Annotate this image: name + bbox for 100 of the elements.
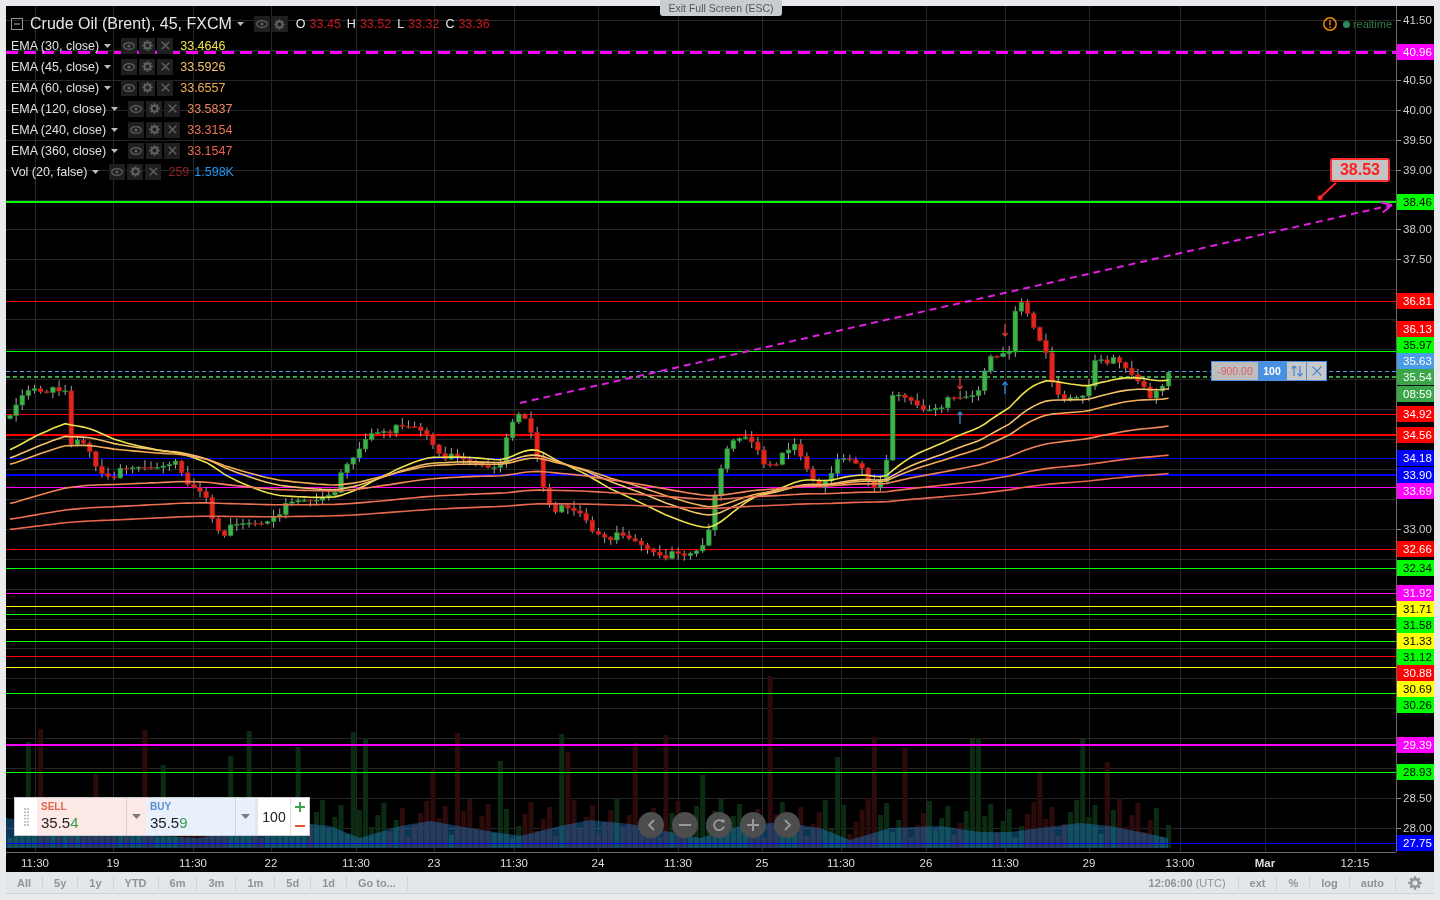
close-icon[interactable]	[167, 146, 177, 155]
eye-icon[interactable]	[130, 104, 143, 113]
close-icon[interactable]	[1311, 366, 1322, 377]
chevron-left-icon[interactable]	[647, 819, 655, 831]
reverse-button[interactable]	[1286, 362, 1306, 381]
indicator-value: 33.3154	[187, 122, 233, 137]
eye-icon[interactable]	[111, 167, 124, 176]
remove-button[interactable]	[157, 37, 174, 54]
visibility-button[interactable]	[121, 37, 138, 54]
time-label: 11:30	[21, 856, 49, 870]
go-to-button[interactable]: Go to...	[346, 875, 408, 890]
visibility-button[interactable]	[253, 16, 270, 32]
exit-fullscreen-button[interactable]: Exit Full Screen (ESC)	[660, 0, 782, 16]
caret-icon[interactable]	[104, 43, 112, 48]
close-icon[interactable]	[160, 41, 170, 50]
remove-button[interactable]	[145, 163, 162, 180]
time-label: 13:00	[1165, 856, 1195, 870]
time-label: 22	[264, 856, 278, 870]
caret-icon[interactable]	[111, 106, 119, 111]
order-pnl: -900.00	[1212, 362, 1258, 381]
range-button[interactable]: 1m	[236, 875, 276, 890]
price-level-label: 32.34	[1397, 560, 1434, 577]
indicator-value: 33.5837	[187, 101, 233, 116]
indicator-name: EMA (360, close)	[11, 143, 107, 158]
dropdown-button[interactable]	[126, 798, 146, 835]
caret-icon[interactable]	[111, 148, 119, 153]
visibility-button[interactable]	[109, 163, 126, 180]
range-button[interactable]: All	[6, 875, 44, 890]
collapse-icon[interactable]	[11, 18, 23, 30]
remove-button[interactable]	[157, 58, 174, 75]
eye-icon[interactable]	[255, 20, 268, 28]
range-button[interactable]: 5y	[43, 875, 79, 890]
indicator-value: 1.598K	[194, 164, 234, 179]
caret-icon[interactable]	[104, 85, 112, 90]
close-button[interactable]	[1306, 362, 1326, 381]
plus-icon[interactable]	[295, 802, 305, 813]
close-icon[interactable]	[160, 83, 170, 92]
eye-icon[interactable]	[123, 41, 136, 50]
chart-title: Crude Oil (Brent), 45, FXCM	[30, 15, 232, 33]
close-icon[interactable]	[148, 167, 158, 176]
caret-icon[interactable]	[111, 127, 119, 132]
range-button[interactable]: 5d	[275, 875, 312, 890]
eye-icon[interactable]	[130, 146, 143, 155]
price-callout: 38.53	[1330, 157, 1390, 182]
price-level-label: 31.71	[1397, 601, 1434, 618]
indicator-name: EMA (60, close)	[11, 80, 100, 95]
range-button[interactable]: YTD	[113, 875, 159, 890]
visibility-button[interactable]	[121, 58, 138, 75]
time-label: 11:30	[179, 856, 207, 870]
remove-button[interactable]	[164, 121, 181, 138]
close-icon[interactable]	[167, 104, 177, 113]
close-icon[interactable]	[167, 125, 177, 134]
indicator-value: 33.5926	[180, 59, 226, 74]
dropdown-button[interactable]	[235, 798, 255, 835]
scale-option-button[interactable]: auto	[1349, 875, 1396, 890]
scale-option-button[interactable]: log	[1310, 875, 1350, 890]
sell-button[interactable]: SELL 35.54	[37, 798, 126, 835]
grip-icon[interactable]	[23, 807, 29, 826]
eye-icon[interactable]	[123, 83, 136, 92]
range-button[interactable]: 1y	[78, 875, 114, 890]
callout-pointer	[1317, 181, 1337, 201]
buy-button[interactable]: BUY 35.59	[146, 798, 235, 835]
close-icon[interactable]	[160, 62, 170, 71]
minus-icon[interactable]	[295, 824, 305, 827]
remove-button[interactable]	[164, 142, 181, 159]
caret-icon[interactable]	[104, 64, 112, 69]
remove-button[interactable]	[164, 100, 181, 117]
chevron-right-icon[interactable]	[783, 819, 791, 831]
scroll-left-button[interactable]	[638, 812, 664, 838]
range-button[interactable]: 3m	[197, 875, 237, 890]
up-down-arrows-icon[interactable]	[1290, 365, 1303, 378]
price-level-label: 31.92	[1397, 585, 1434, 602]
visibility-button[interactable]	[128, 121, 145, 138]
indicator-name: EMA (240, close)	[11, 122, 107, 137]
price-tick-label: 28.00	[1397, 820, 1434, 835]
eye-icon[interactable]	[123, 62, 136, 71]
caret-icon[interactable]	[92, 169, 100, 174]
up-arrow-icon	[956, 411, 964, 425]
caret-icon[interactable]	[236, 22, 244, 26]
price-tick-label: 39.50	[1397, 132, 1434, 147]
range-button[interactable]: 1d	[311, 875, 347, 890]
visibility-button[interactable]	[128, 142, 145, 159]
plus-icon[interactable]	[747, 819, 759, 831]
visibility-button[interactable]	[128, 100, 145, 117]
settings-icon[interactable]	[1408, 875, 1422, 890]
remove-button[interactable]	[157, 79, 174, 96]
visibility-button[interactable]	[121, 79, 138, 96]
range-button[interactable]: 6m	[158, 875, 198, 890]
price-level-label: 30.69	[1397, 681, 1434, 698]
scale-option-button[interactable]: %	[1277, 875, 1311, 890]
order-label[interactable]: -900.00 100	[1211, 361, 1327, 382]
ohlc-value: 33.52	[359, 17, 392, 31]
reset-icon[interactable]	[713, 819, 725, 831]
zoom-in-button[interactable]	[740, 812, 766, 838]
order-quantity: 100	[1262, 364, 1282, 380]
scale-option-button[interactable]: ext	[1238, 875, 1278, 890]
warning-icon[interactable]	[1322, 17, 1337, 31]
eye-icon[interactable]	[130, 125, 143, 134]
price-level-label: 36.13	[1397, 320, 1434, 337]
reset-button[interactable]	[706, 812, 732, 838]
